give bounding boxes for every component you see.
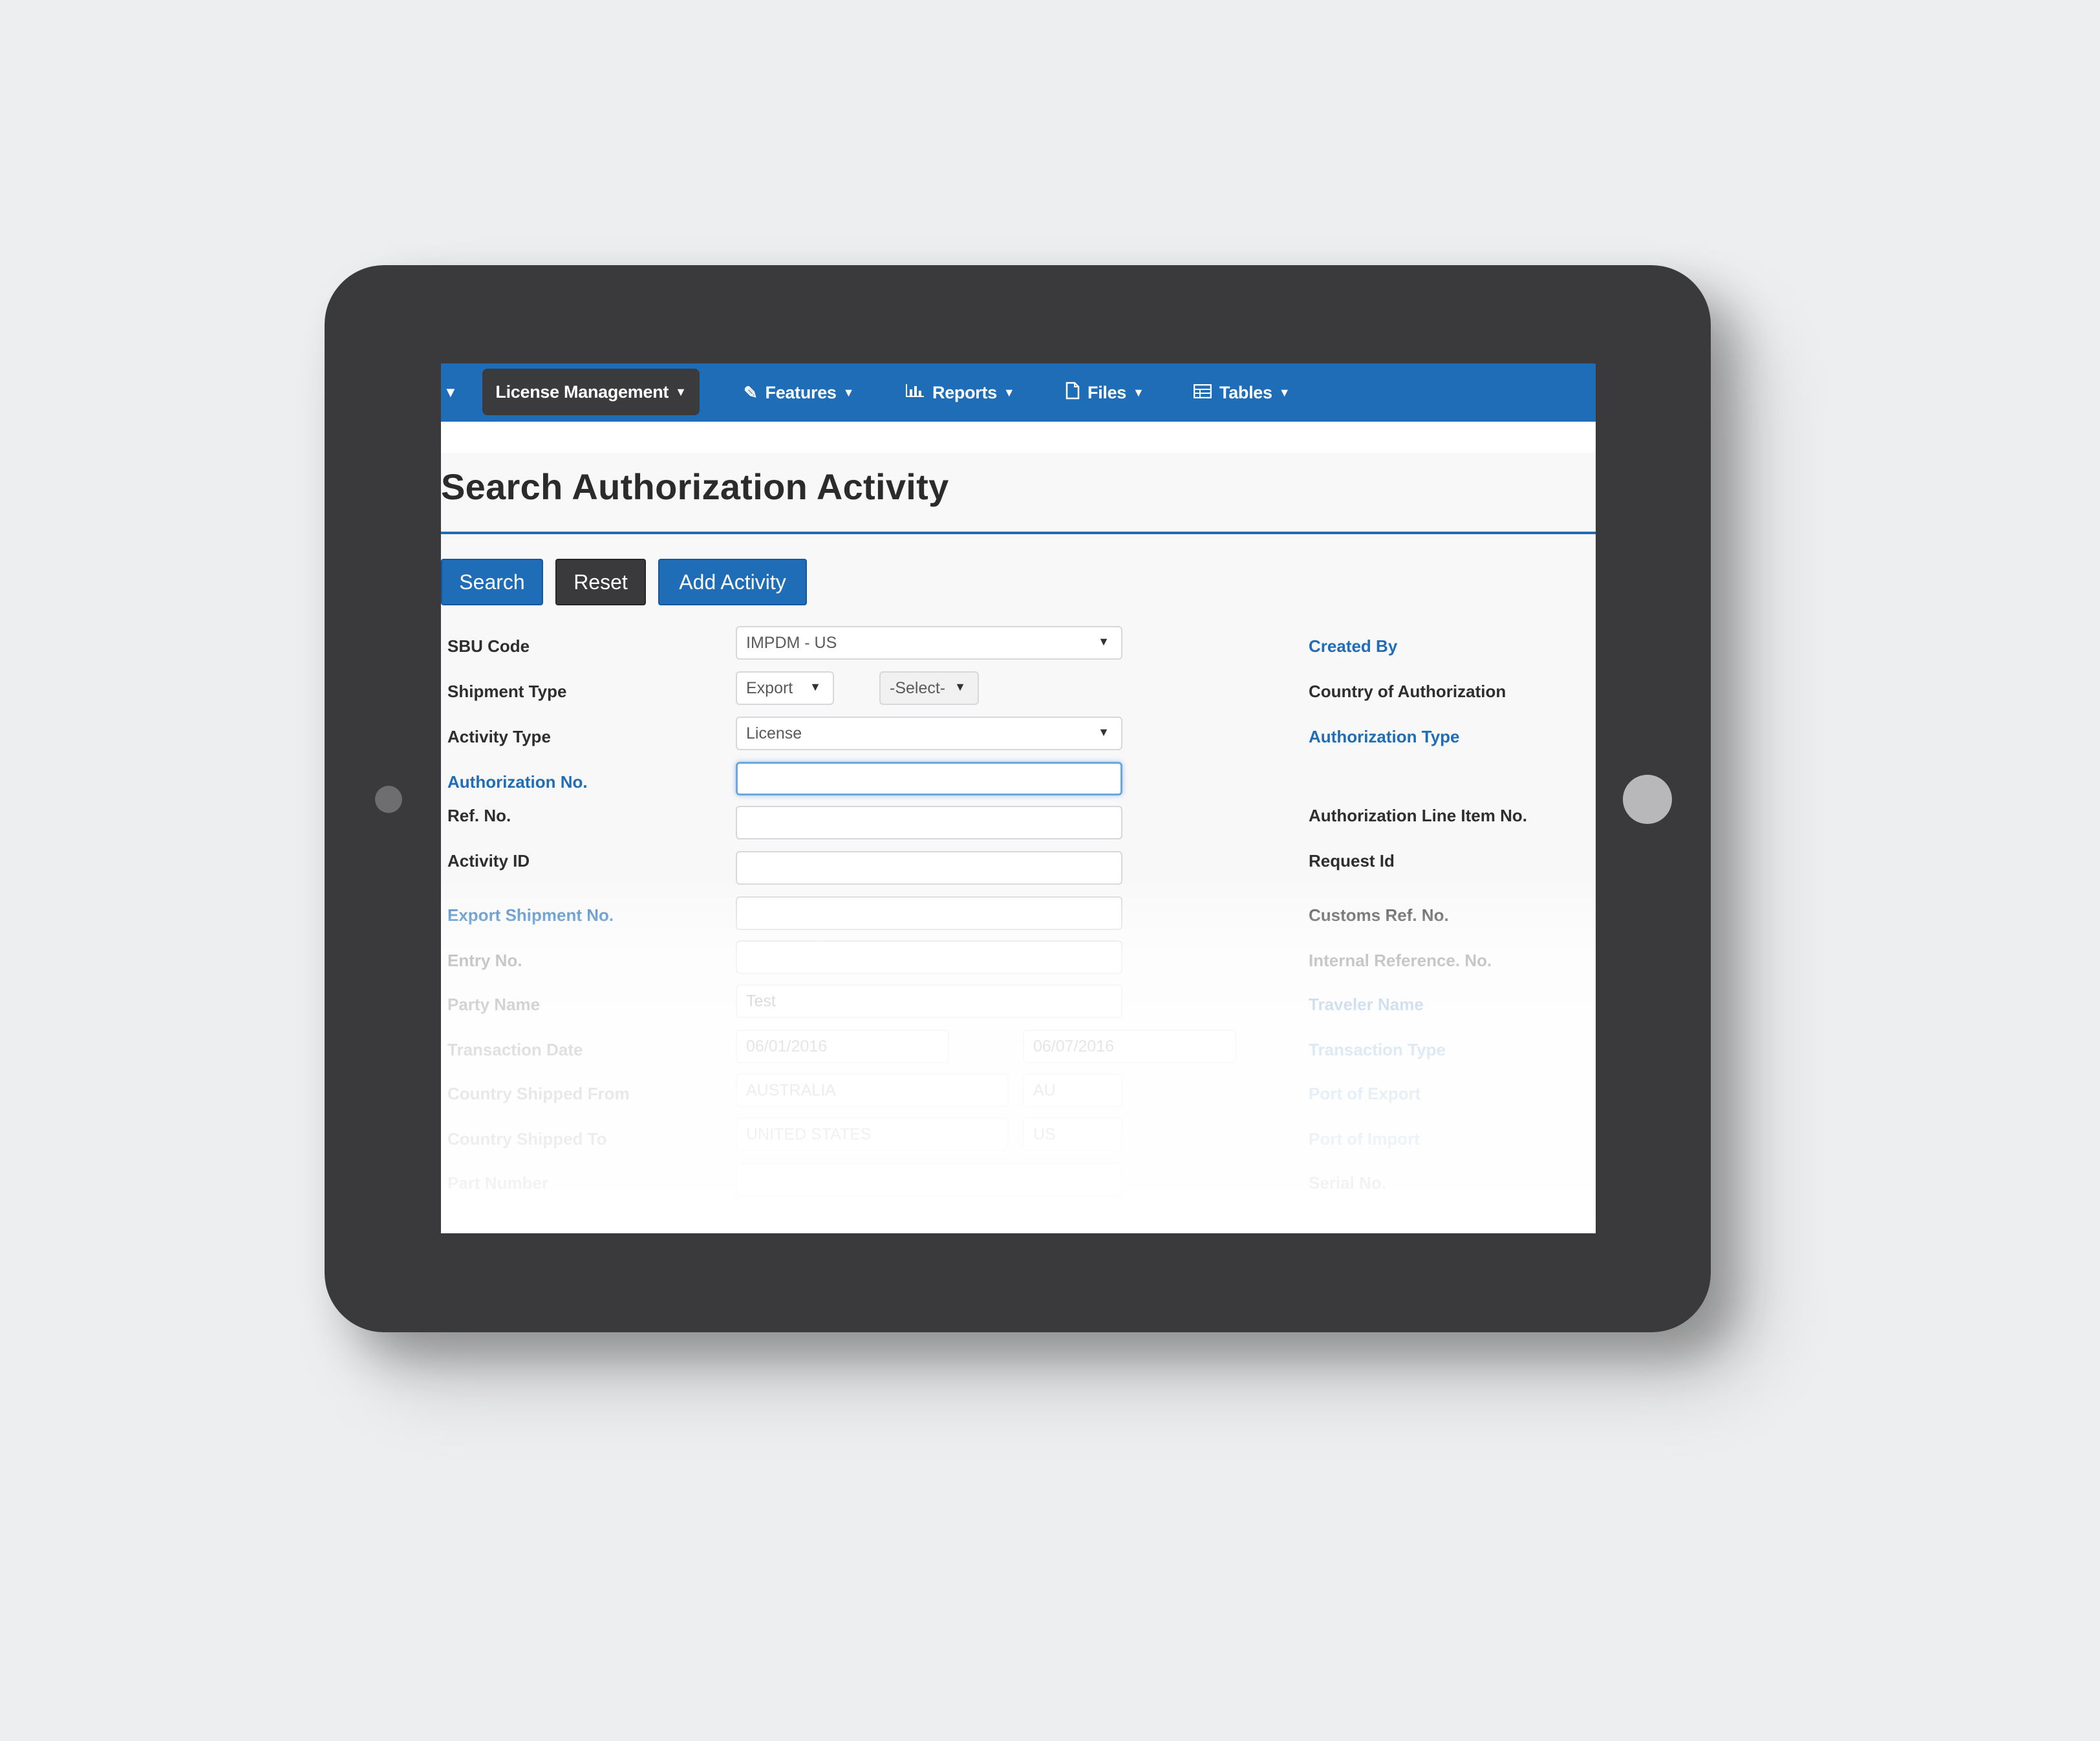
label-request-id: Request Id <box>1309 851 1395 870</box>
ref-no-input[interactable] <box>736 806 1122 839</box>
label-activity-type: Activity Type <box>447 727 551 746</box>
label-activity-id: Activity ID <box>447 851 530 870</box>
part-number-input[interactable] <box>736 1163 1122 1196</box>
label-transaction-type[interactable]: Transaction Type <box>1309 1040 1446 1060</box>
sbu-code-select[interactable]: IMPDM - US ▼ <box>736 626 1122 660</box>
main-content: Search Authorization Activity Search Res… <box>441 422 1596 1233</box>
tablet-frame: ▼ License Management ▼ ✎ Features ▼ Repo… <box>325 265 1711 1332</box>
caret-down-icon: ▼ <box>1003 385 1015 399</box>
camera-dot <box>375 786 402 813</box>
entry-no-input[interactable] <box>736 940 1122 974</box>
table-icon <box>1193 383 1212 403</box>
country-to-code-input[interactable]: US <box>1023 1118 1122 1151</box>
app-screen: ▼ License Management ▼ ✎ Features ▼ Repo… <box>441 363 1596 1233</box>
label-country-shipped-to: Country Shipped To <box>447 1129 607 1149</box>
label-country-of-authorization: Country of Authorization <box>1309 682 1506 701</box>
caret-down-icon: ▼ <box>842 385 855 399</box>
activity-type-select[interactable]: License ▼ <box>736 717 1122 750</box>
label-shipment-type: Shipment Type <box>447 682 567 701</box>
label-country-shipped-from: Country Shipped From <box>447 1084 630 1103</box>
country-to-input[interactable]: UNITED STATES <box>736 1118 1009 1151</box>
label-ref-no: Ref. No. <box>447 806 511 825</box>
page-title: Search Authorization Activity <box>441 466 949 507</box>
caret-down-icon[interactable]: ▼ <box>444 384 458 401</box>
nav-features[interactable]: ✎ Features ▼ <box>744 363 854 422</box>
date-to-input[interactable]: 06/07/2016 <box>1023 1030 1236 1063</box>
country-from-code-input[interactable]: AU <box>1023 1074 1122 1107</box>
top-navbar: ▼ License Management ▼ ✎ Features ▼ Repo… <box>441 363 1596 422</box>
caret-down-icon: ▼ <box>954 680 966 693</box>
label-traveler-name[interactable]: Traveler Name <box>1309 995 1424 1015</box>
label-sbu-code: SBU Code <box>447 636 530 656</box>
label-authorization-line-item-no: Authorization Line Item No. <box>1309 806 1527 825</box>
caret-down-icon: ▼ <box>1278 385 1291 399</box>
search-button[interactable]: Search <box>441 559 543 605</box>
caret-down-icon: ▼ <box>1098 726 1109 739</box>
nav-files[interactable]: Files ▼ <box>1066 363 1144 422</box>
activity-id-input[interactable] <box>736 851 1122 885</box>
label-entry-no: Entry No. <box>447 951 522 970</box>
top-spacer <box>441 422 1596 453</box>
label-transaction-date: Transaction Date <box>447 1040 583 1059</box>
home-button[interactable] <box>1623 775 1672 824</box>
reset-button[interactable]: Reset <box>555 559 646 605</box>
add-activity-button[interactable]: Add Activity <box>658 559 807 605</box>
label-created-by[interactable]: Created By <box>1309 636 1397 656</box>
label-export-shipment-no[interactable]: Export Shipment No. <box>447 905 614 925</box>
label-customs-ref-no: Customs Ref. No. <box>1309 905 1449 925</box>
shipment-subtype-select[interactable]: -Select- ▼ <box>879 671 979 705</box>
label-internal-reference-no: Internal Reference. No. <box>1309 951 1492 970</box>
label-part-number: Part Number <box>447 1173 549 1193</box>
shipment-type-select[interactable]: Export ▼ <box>736 671 834 705</box>
party-name-input[interactable]: Test <box>736 984 1122 1018</box>
file-icon <box>1066 382 1080 404</box>
label-serial-no: Serial No. <box>1309 1173 1386 1193</box>
nav-reports[interactable]: Reports ▼ <box>905 363 1015 422</box>
caret-down-icon: ▼ <box>675 385 687 398</box>
label-port-of-export[interactable]: Port of Export <box>1309 1084 1420 1104</box>
nav-tables[interactable]: Tables ▼ <box>1193 363 1291 422</box>
caret-down-icon: ▼ <box>1133 385 1144 399</box>
title-divider <box>441 532 1596 534</box>
export-shipment-no-input[interactable] <box>736 896 1122 930</box>
label-authorization-no[interactable]: Authorization No. <box>447 772 588 792</box>
pencil-icon: ✎ <box>744 382 758 402</box>
label-port-of-import[interactable]: Port of Import <box>1309 1129 1420 1149</box>
date-from-input[interactable]: 06/01/2016 <box>736 1030 949 1063</box>
label-authorization-type[interactable]: Authorization Type <box>1309 727 1460 747</box>
caret-down-icon: ▼ <box>1098 635 1109 648</box>
bar-chart-icon <box>905 383 925 403</box>
nav-license-management[interactable]: License Management ▼ <box>482 369 700 415</box>
authorization-no-input[interactable] <box>736 762 1122 795</box>
label-party-name: Party Name <box>447 995 541 1014</box>
caret-down-icon: ▼ <box>809 680 821 693</box>
country-from-input[interactable]: AUSTRALIA <box>736 1074 1009 1107</box>
